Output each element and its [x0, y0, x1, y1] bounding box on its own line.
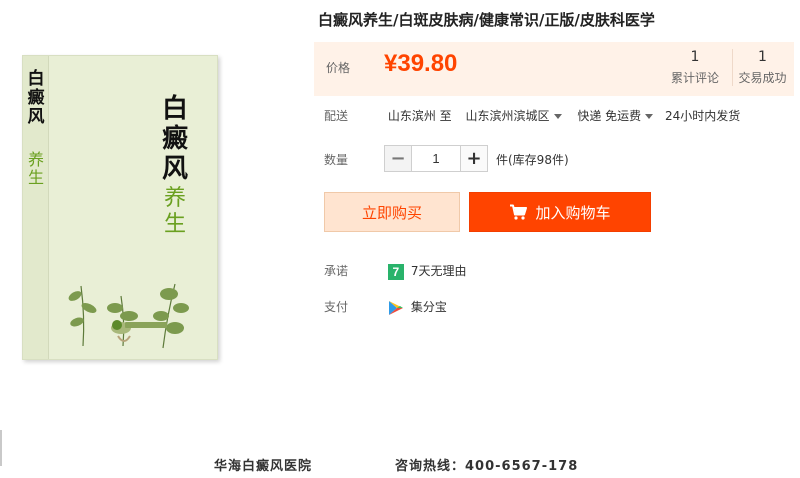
price-value: ¥39.80 [384, 50, 458, 77]
review-stat[interactable]: 1 累计评论 [664, 49, 726, 86]
buy-now-label: 立即购买 [361, 203, 422, 222]
spine-subtitle: 养生 [27, 150, 44, 187]
payment-label: 支付 [324, 300, 349, 314]
promise-link[interactable]: 7 7天无理由 [387, 263, 467, 280]
seven-day-badge-icon: 7 [387, 263, 404, 280]
delivery-destination: 山东滨州滨城区 [465, 109, 550, 123]
shipping-method-select[interactable]: 快递 免运费 [577, 107, 659, 124]
quantity-stepper: − + [384, 145, 488, 172]
quantity-decrease-button[interactable]: − [385, 146, 412, 171]
delivery-from: 山东滨州 至 [387, 109, 452, 123]
payment-row: 支付 集分宝 [324, 298, 447, 316]
shopping-cart-icon [510, 204, 528, 220]
book-spine: 白癜风 养生 [23, 56, 49, 359]
jifenbao-icon [388, 300, 403, 315]
footer-divider [0, 430, 2, 466]
delivery-label: 配送 [324, 109, 349, 123]
product-image[interactable]: 白癜风 养生 白癜风 养生 [22, 55, 218, 360]
quantity-input[interactable] [412, 146, 460, 171]
footer-hotline: 咨询热线：400-6567-178 [395, 459, 579, 474]
footer-hospital-name: 华海白癜风医院 [214, 459, 313, 474]
promise-row: 承诺 7 7天无理由 [324, 262, 466, 280]
spine-title: 白癜风 [27, 69, 45, 127]
publisher-logo-icon [112, 320, 167, 330]
book-cover: 白癜风 养生 白癜风 养生 [22, 55, 218, 360]
add-to-cart-label: 加入购物车 [535, 203, 611, 222]
delivery-destination-select[interactable]: 山东滨州滨城区 [465, 107, 567, 124]
buy-now-button[interactable]: 立即购买 [324, 192, 460, 232]
price-label: 价格 [326, 61, 351, 75]
stock-info: 件(库存98件) [496, 153, 569, 167]
cover-subtitle: 养生 [163, 186, 186, 237]
payment-link[interactable]: 集分宝 [388, 300, 447, 315]
shipping-method: 快递 免运费 [577, 109, 642, 123]
sales-label: 交易成功 [738, 71, 787, 85]
sales-count: 1 [758, 49, 767, 65]
ship-time: 24小时内发货 [664, 109, 741, 123]
price-panel: 价格 ¥39.80 1 累计评论 1 交易成功 [314, 42, 794, 96]
quantity-label: 数量 [324, 153, 349, 167]
sales-stat: 1 交易成功 [732, 49, 792, 86]
herb-illustration [68, 283, 189, 349]
product-title: 白癜风养生/白斑皮肤病/健康常识/正版/皮肤科医学 [318, 11, 655, 29]
chevron-down-icon [645, 114, 654, 119]
delivery-row: 配送 山东滨州 至 山东滨州滨城区 快递 免运费 24小时内发货 [324, 107, 740, 124]
cover-title: 白癜风 [161, 94, 188, 184]
payment-text: 集分宝 [410, 300, 447, 314]
quantity-increase-button[interactable]: + [460, 146, 487, 171]
review-label: 累计评论 [670, 71, 719, 85]
add-to-cart-button[interactable]: 加入购物车 [469, 192, 651, 232]
chevron-down-icon [553, 114, 562, 119]
promise-text: 7天无理由 [410, 264, 467, 278]
promise-label: 承诺 [324, 264, 349, 278]
review-count: 1 [690, 49, 700, 65]
